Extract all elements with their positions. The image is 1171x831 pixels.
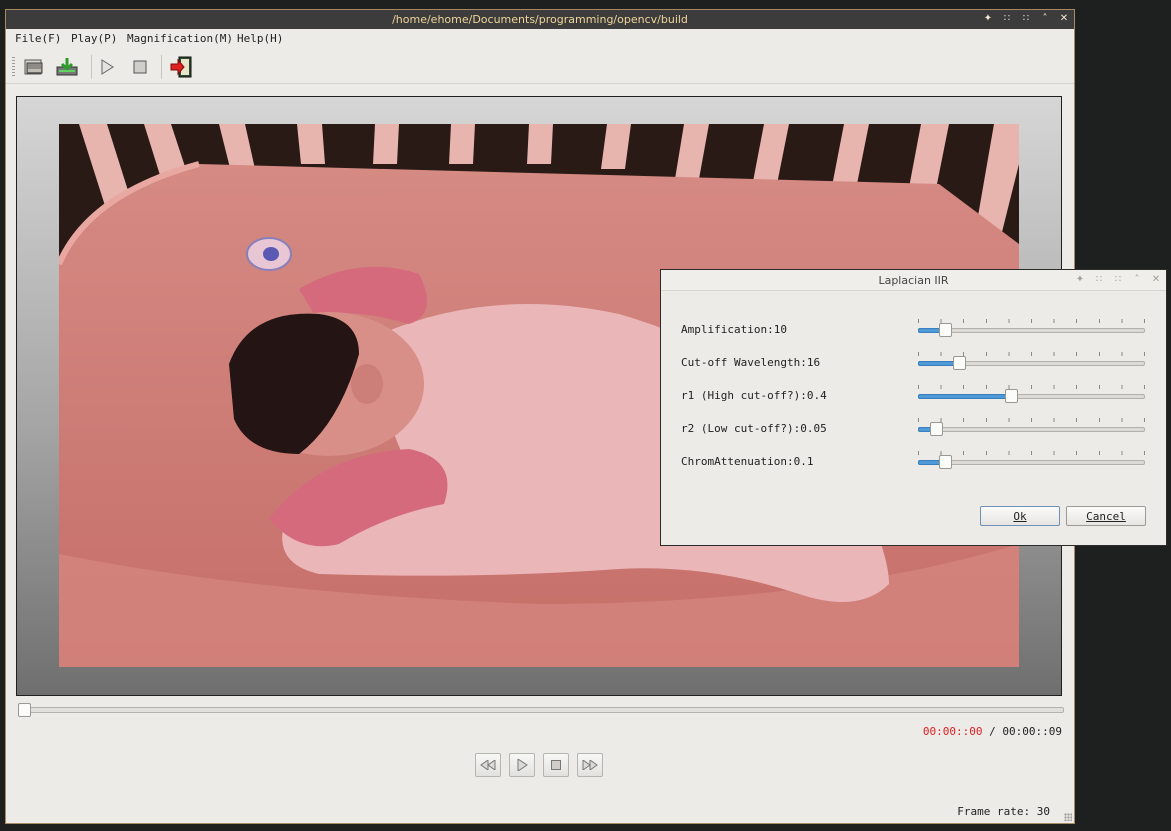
amplification-slider[interactable] — [918, 319, 1145, 339]
slider-handle[interactable] — [939, 455, 952, 469]
exit-icon[interactable] — [168, 54, 194, 80]
save-icon[interactable] — [54, 54, 80, 80]
fast-forward-button[interactable] — [577, 753, 603, 777]
minimize-icon[interactable]: ∷ — [1112, 273, 1124, 287]
r1-slider[interactable] — [918, 385, 1145, 405]
slider-handle[interactable] — [1005, 389, 1018, 403]
toolbar — [6, 49, 1074, 84]
play-button[interactable] — [509, 753, 535, 777]
seek-slider[interactable] — [18, 707, 1064, 713]
pin-icon[interactable]: ✦ — [1074, 273, 1086, 287]
menu-magnification[interactable]: Magnification(M) — [127, 32, 233, 45]
shade-icon[interactable]: ∷ — [1001, 12, 1013, 26]
shade-icon[interactable]: ∷ — [1093, 273, 1105, 287]
time-display: 00:00::00 / 00:00::09 — [923, 725, 1062, 738]
menu-help[interactable]: Help(H) — [237, 32, 283, 45]
window-title: /home/ehome/Documents/programming/opencv… — [392, 13, 688, 26]
open-file-icon[interactable] — [21, 54, 47, 80]
r2-slider[interactable] — [918, 418, 1145, 438]
param-row-r2: r2 (Low cut-off?):0.05 — [681, 418, 1151, 438]
ok-button[interactable]: Ok — [980, 506, 1060, 526]
dialog-title-bar[interactable]: Laplacian IIR ✦ ∷ ∷ ˄ ✕ — [661, 270, 1166, 291]
title-bar[interactable]: /home/ehome/Documents/programming/opencv… — [6, 10, 1074, 29]
frame-rate-label: Frame rate: 30 — [957, 805, 1050, 818]
param-label: Cut-off Wavelength:16 — [681, 356, 821, 369]
stop-icon — [551, 760, 561, 770]
rewind-button[interactable] — [475, 753, 501, 777]
slider-handle[interactable] — [939, 323, 952, 337]
time-current: 00:00::00 — [922, 725, 983, 738]
param-row-r1: r1 (High cut-off?):0.4 — [681, 385, 1151, 405]
param-row-amplification: Amplification:10 — [681, 319, 1151, 339]
minimize-icon[interactable]: ∷ — [1020, 12, 1032, 26]
time-separator: / — [989, 725, 996, 738]
play-icon[interactable] — [94, 54, 120, 80]
param-label: r1 (High cut-off?):0.4 — [681, 389, 827, 402]
resize-grip[interactable] — [1064, 813, 1072, 821]
slider-handle[interactable] — [930, 422, 943, 436]
menu-play[interactable]: Play(P) — [71, 32, 117, 45]
toolbar-grip[interactable] — [12, 57, 15, 77]
stop-icon[interactable] — [127, 54, 153, 80]
pin-icon[interactable]: ✦ — [982, 12, 994, 26]
param-row-cutoff-wavelength: Cut-off Wavelength:16 — [681, 352, 1151, 372]
menu-file[interactable]: File(F) — [15, 32, 61, 45]
fast-forward-icon — [582, 760, 598, 770]
maximize-icon[interactable]: ˄ — [1131, 273, 1143, 287]
maximize-icon[interactable]: ˄ — [1039, 12, 1051, 26]
slider-handle[interactable] — [953, 356, 966, 370]
cutoff-wavelength-slider[interactable] — [918, 352, 1145, 372]
menu-bar: File(F) Play(P) Magnification(M) Help(H) — [6, 30, 1074, 48]
time-total: 00:00::09 — [1002, 725, 1062, 738]
param-row-chrom-attenuation: ChromAttenuation:0.1 — [681, 451, 1151, 471]
chrom-attenuation-slider[interactable] — [918, 451, 1145, 471]
laplacian-iir-dialog: Laplacian IIR ✦ ∷ ∷ ˄ ✕ Amplification:10… — [660, 269, 1167, 546]
rewind-icon — [480, 760, 496, 770]
param-label: Amplification:10 — [681, 323, 787, 336]
param-label: r2 (Low cut-off?):0.05 — [681, 422, 827, 435]
param-label: ChromAttenuation:0.1 — [681, 455, 814, 468]
close-icon[interactable]: ✕ — [1058, 12, 1070, 26]
play-icon — [517, 759, 528, 771]
close-icon[interactable]: ✕ — [1150, 273, 1162, 287]
seek-slider-handle[interactable] — [18, 703, 31, 717]
stop-button[interactable] — [543, 753, 569, 777]
cancel-button[interactable]: Cancel — [1066, 506, 1146, 526]
